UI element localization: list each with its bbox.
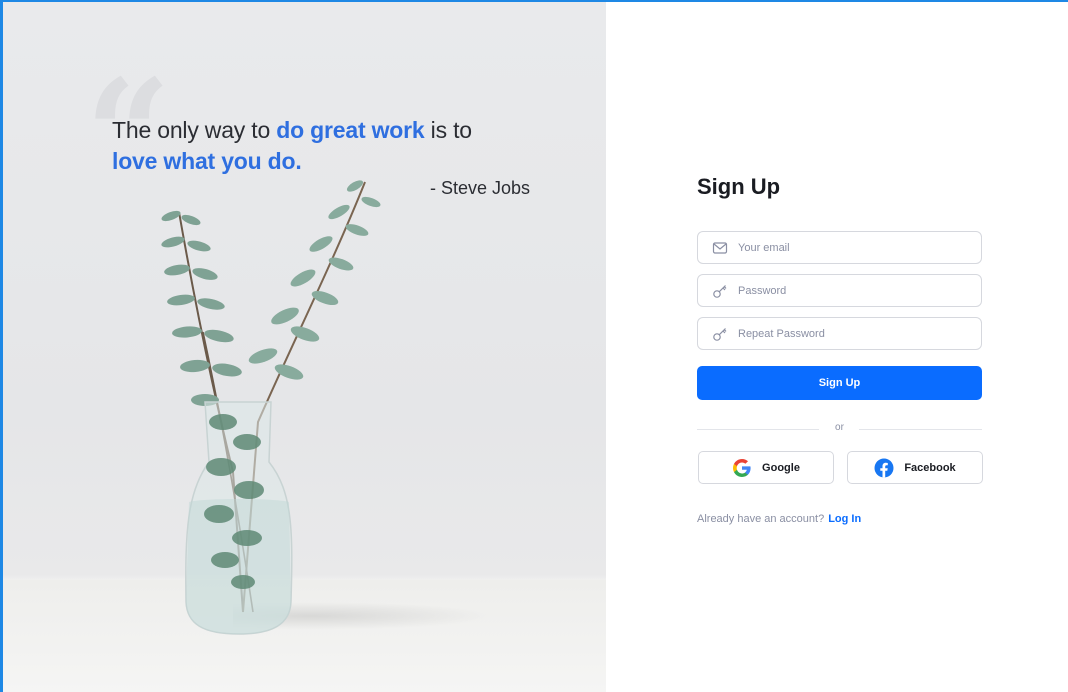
divider-text: or xyxy=(835,422,844,433)
eucalyptus-vase-illustration xyxy=(161,180,381,635)
password-input[interactable] xyxy=(738,284,968,297)
page-frame: “ The only way to do great work is to lo… xyxy=(0,0,1068,692)
google-label: Google xyxy=(762,461,800,474)
facebook-icon xyxy=(874,458,894,477)
quote-highlight-1: do great work xyxy=(276,117,425,143)
google-signin-button[interactable]: Google xyxy=(698,451,834,484)
page-title: Sign Up xyxy=(697,174,781,199)
key-icon xyxy=(713,327,727,341)
quote-author: - Steve Jobs xyxy=(430,178,531,198)
login-prompt-text: Already have an account? xyxy=(697,513,825,525)
hero-quote: The only way to do great work is to love… xyxy=(112,115,552,177)
repeat-password-field[interactable] xyxy=(697,317,982,350)
divider-line-right xyxy=(859,429,982,430)
password-field[interactable] xyxy=(697,274,982,307)
quote-highlight-2: love what you do. xyxy=(112,148,302,174)
facebook-signin-button[interactable]: Facebook xyxy=(847,451,983,484)
google-icon xyxy=(733,458,751,477)
quote-text-2: is to xyxy=(424,117,472,143)
facebook-label: Facebook xyxy=(904,461,956,474)
login-link[interactable]: Log In xyxy=(828,513,861,525)
quote-text-1: The only way to xyxy=(112,117,277,143)
email-field[interactable] xyxy=(697,231,982,264)
or-divider: or xyxy=(697,422,982,436)
email-input[interactable] xyxy=(738,241,968,254)
signup-form: Sign Up Sign Up or xyxy=(697,2,987,692)
key-icon xyxy=(713,284,727,298)
sign-up-button[interactable]: Sign Up xyxy=(697,366,982,400)
mail-icon xyxy=(712,241,728,254)
login-prompt: Already have an account? Log In xyxy=(697,513,861,525)
repeat-password-input[interactable] xyxy=(738,327,968,340)
hero-image-panel: “ The only way to do great work is to lo… xyxy=(3,2,606,692)
